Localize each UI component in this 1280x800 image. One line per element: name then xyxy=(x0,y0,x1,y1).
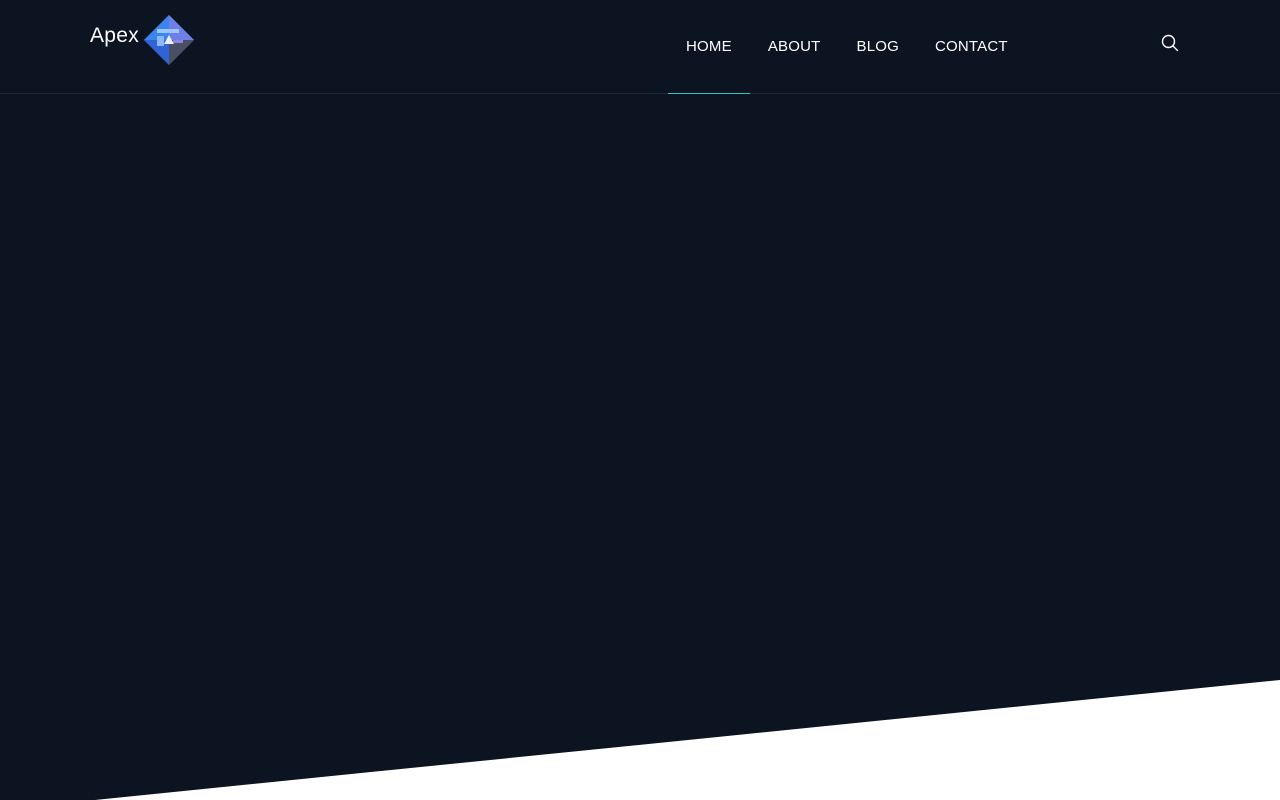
nav-home[interactable]: HOME xyxy=(668,0,750,94)
site-header: Apex HOME ABOUT BLOG CONTACT xyxy=(0,0,1280,94)
search-button[interactable] xyxy=(1158,31,1182,55)
main-nav: HOME ABOUT BLOG CONTACT xyxy=(668,0,1026,94)
page: Apex HOME ABOUT BLOG CONTACT xyxy=(0,0,1280,800)
nav-blog[interactable]: BLOG xyxy=(839,0,917,93)
nav-about[interactable]: ABOUT xyxy=(750,0,839,93)
diamond-logo-icon xyxy=(144,15,195,65)
nav-contact[interactable]: CONTACT xyxy=(917,0,1026,93)
logo-text: Apex xyxy=(90,24,140,47)
search-icon xyxy=(1161,34,1179,52)
site-logo[interactable]: Apex xyxy=(90,14,195,66)
hero-section xyxy=(0,0,1280,800)
hero-dark-slanted-background xyxy=(0,0,1280,800)
